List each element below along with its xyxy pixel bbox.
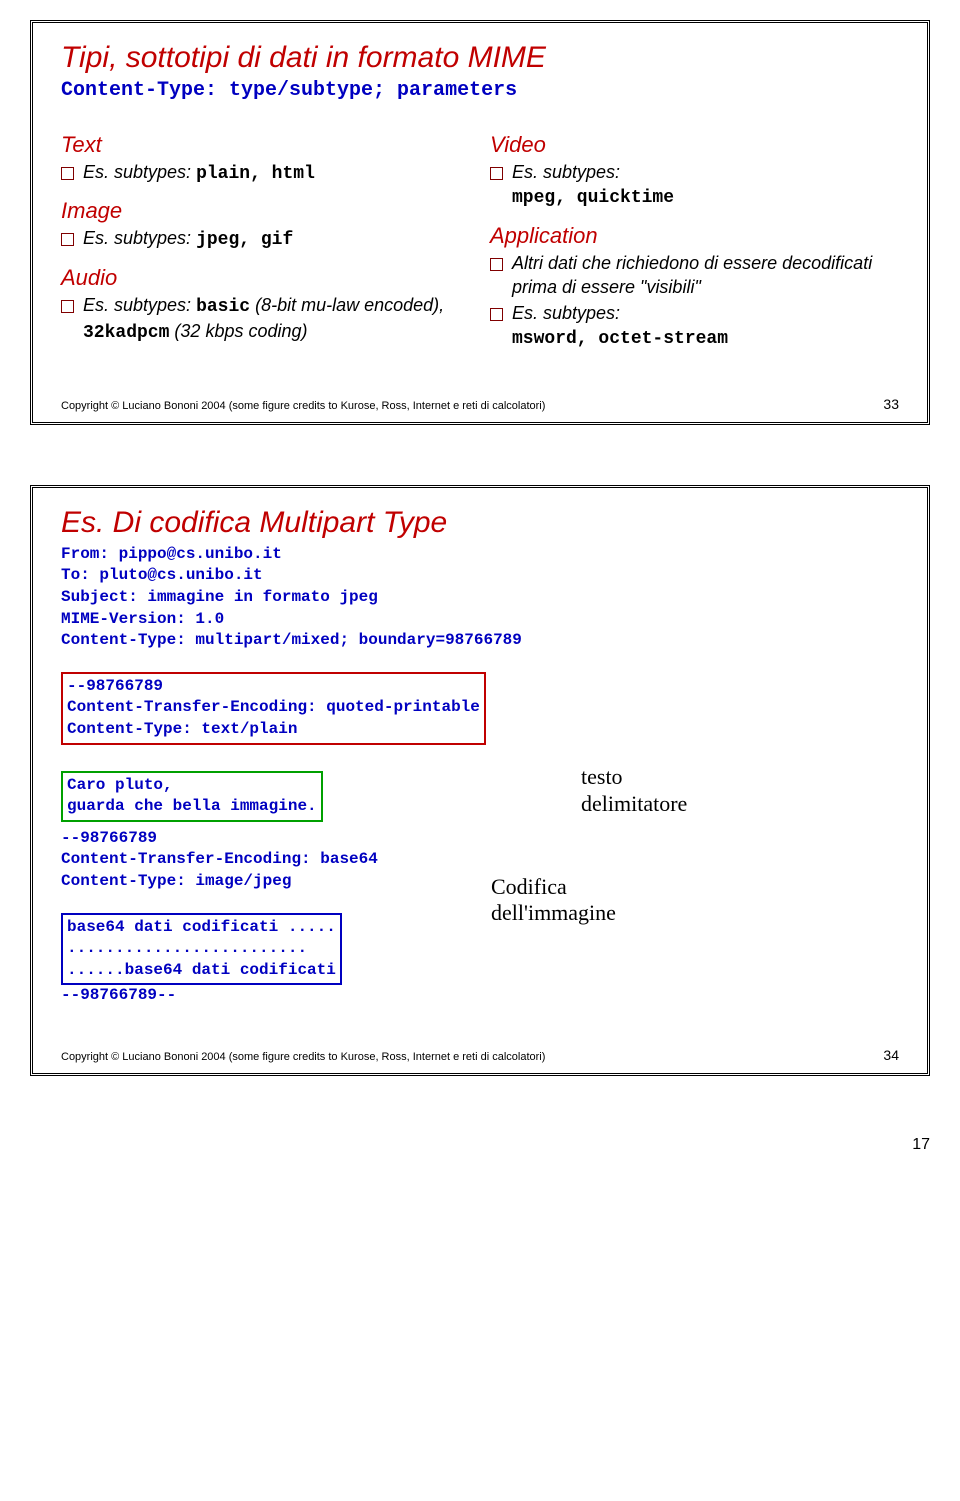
slide-1: Tipi, sottotipi di dati in formato MIME … [30,20,930,425]
slide-page-number-2: 34 [883,1047,899,1063]
part1-body-box: Caro pluto, guarda che bella immagine. [61,771,323,822]
audio-subtypes: Es. subtypes: basic (8-bit mu-law encode… [61,293,470,346]
text-values: plain, html [196,164,315,184]
app-values: msword, octet-stream [512,329,728,349]
video-prefix: Es. subtypes: [512,162,620,182]
part1-headers-box: --98766789 Content-Transfer-Encoding: qu… [61,672,486,745]
slide-footer-2: Copyright © Luciano Bononi 2004 (some fi… [61,1047,899,1063]
right-column: Video Es. subtypes: mpeg, quicktime Appl… [490,120,899,356]
app-description: Altri dati che richiedono di essere deco… [490,251,899,300]
audio-val2: 32kadpcm [83,323,169,343]
app-bullets: Altri dati che richiedono di essere deco… [490,251,899,352]
copyright-text: Copyright © Luciano Bononi 2004 (some fi… [61,400,545,412]
closing-boundary: --98766789-- [61,985,899,1007]
section-application: Application [490,223,899,249]
text-subtypes: Es. subtypes: plain, html [61,160,470,186]
section-image: Image [61,198,470,224]
text-bullets: Es. subtypes: plain, html [61,160,470,186]
mime-header-block: From: pippo@cs.unibo.it To: pluto@cs.uni… [61,544,899,652]
app-subtypes: Es. subtypes: msword, octet-stream [490,301,899,352]
video-bullets: Es. subtypes: mpeg, quicktime [490,160,899,211]
video-values: mpeg, quicktime [512,188,674,208]
page: Tipi, sottotipi di dati in formato MIME … [0,0,960,1174]
audio-mid1: (8-bit mu-law encoded), [250,295,444,315]
image-subtypes: Es. subtypes: jpeg, gif [61,226,470,252]
text-prefix: Es. subtypes: [83,162,196,182]
image-prefix: Es. subtypes: [83,228,196,248]
slide-footer: Copyright © Luciano Bononi 2004 (some fi… [61,396,899,412]
annotation-testo: testo [581,764,623,790]
section-text: Text [61,132,470,158]
left-column: Text Es. subtypes: plain, html Image Es.… [61,120,470,356]
annotation-codifica: Codifica dell'immagine [491,874,616,926]
slide-2: Es. Di codifica Multipart Type From: pip… [30,485,930,1076]
audio-bullets: Es. subtypes: basic (8-bit mu-law encode… [61,293,470,346]
section-audio: Audio [61,265,470,291]
two-column-layout: Text Es. subtypes: plain, html Image Es.… [61,120,899,356]
audio-mid2: (32 kbps coding) [169,321,307,341]
image-bullets: Es. subtypes: jpeg, gif [61,226,470,252]
slide-title: Tipi, sottotipi di dati in formato MIME [61,41,899,75]
slide-title-2: Es. Di codifica Multipart Type [61,506,899,540]
slide-page-number: 33 [883,396,899,412]
slide-subtitle: Content-Type: type/subtype; parameters [61,79,899,102]
audio-val1: basic [196,297,250,317]
slide2-body: From: pippo@cs.unibo.it To: pluto@cs.uni… [61,544,899,1007]
part2-body-box: base64 dati codificati ..... ...........… [61,913,342,986]
part2-headers: --98766789 Content-Transfer-Encoding: ba… [61,828,899,893]
app-prefix: Es. subtypes: [512,303,620,323]
copyright-text-2: Copyright © Luciano Bononi 2004 (some fi… [61,1051,545,1063]
annotation-delimitatore: delimitatore [581,791,687,817]
video-subtypes: Es. subtypes: mpeg, quicktime [490,160,899,211]
image-values: jpeg, gif [196,230,293,250]
audio-prefix: Es. subtypes: [83,295,196,315]
document-page-number: 17 [30,1136,930,1154]
section-video: Video [490,132,899,158]
